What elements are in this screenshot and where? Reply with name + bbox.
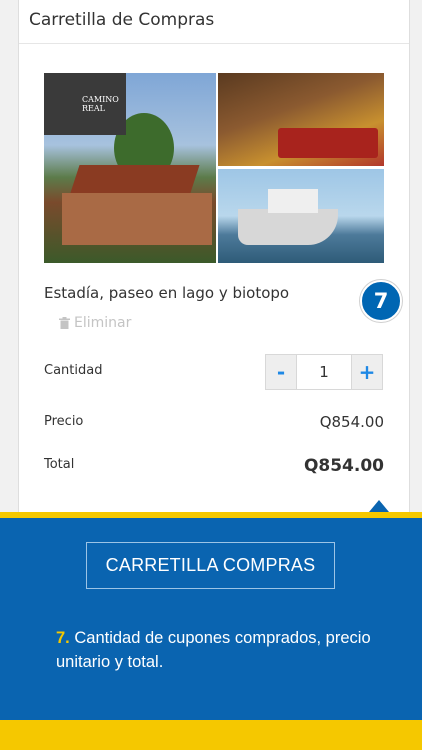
quantity-label: Cantidad: [44, 363, 103, 378]
remove-button[interactable]: Eliminar: [59, 315, 131, 331]
product-photo: CAMINO REAL: [44, 73, 384, 263]
total-value: Q854.00: [303, 456, 384, 476]
remove-label: Eliminar: [74, 315, 132, 331]
price-label: Precio: [44, 414, 84, 429]
total-label: Total: [44, 457, 75, 472]
hotel-photo: CAMINO REAL: [44, 73, 216, 263]
tutorial-panel: CARRETILLA COMPRAS 7. Cantidad de cupone…: [0, 500, 422, 750]
room-photo: [218, 73, 384, 166]
note-number: 7.: [56, 629, 70, 647]
quantity-field[interactable]: 1: [296, 355, 352, 389]
hotel-logo: CAMINO REAL: [44, 73, 126, 135]
trash-icon: [59, 317, 70, 329]
increment-button[interactable]: +: [352, 355, 382, 389]
note-text: Cantidad de cupones comprados, precio un…: [56, 629, 371, 671]
quantity-stepper[interactable]: - 1 +: [265, 354, 383, 390]
boat-photo: [218, 169, 384, 263]
decrement-button[interactable]: -: [266, 355, 296, 389]
step-badge: 7: [360, 280, 402, 322]
cart-title: Carretilla de Compras: [19, 0, 409, 44]
cart-card: Carretilla de Compras CAMINO REAL Estadí…: [18, 0, 410, 515]
product-title: Estadía, paseo en lago y biotopo: [44, 284, 290, 302]
callout-pointer: [369, 500, 389, 512]
tutorial-note: 7. Cantidad de cupones comprados, precio…: [56, 626, 376, 674]
cart-cta-button[interactable]: CARRETILLA COMPRAS: [86, 542, 335, 589]
price-value: Q854.00: [319, 413, 384, 431]
